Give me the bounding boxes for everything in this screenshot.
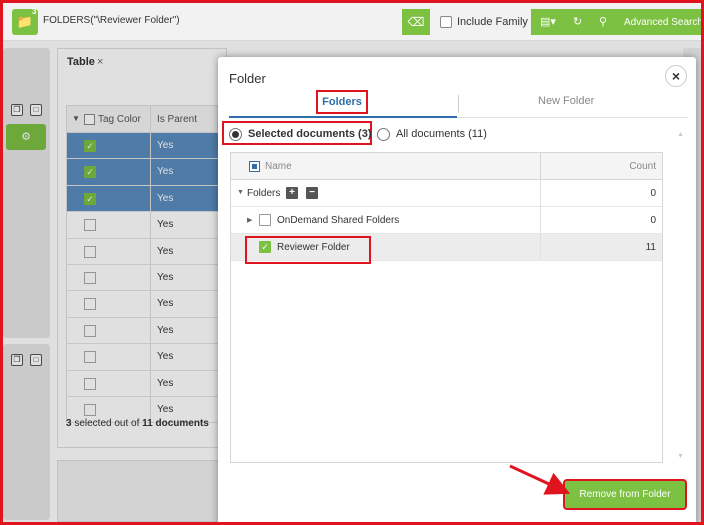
screenshot-border [0,0,704,525]
